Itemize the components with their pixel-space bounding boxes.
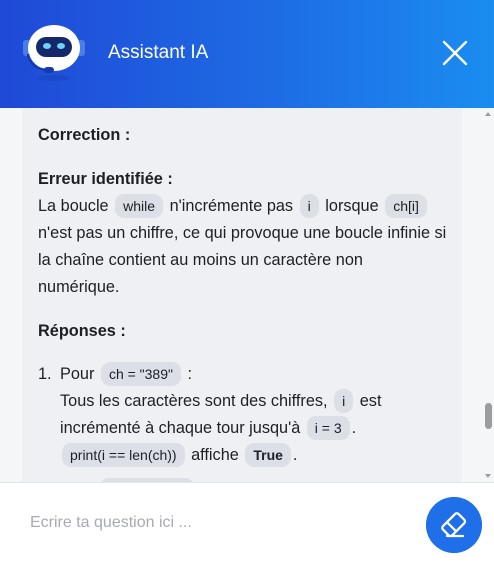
- error-text: lorsque: [325, 197, 379, 215]
- answers-section: Réponses : 1. Pour ch = "389" : Tous les…: [38, 318, 448, 469]
- correction-heading: Correction :: [38, 126, 131, 144]
- scroll-thumb[interactable]: [485, 403, 492, 429]
- clear-button[interactable]: [426, 497, 482, 553]
- error-section: Erreur identifiée : La boucle while n'in…: [38, 166, 448, 301]
- answer-line: Pour ch = "389" :: [60, 361, 448, 388]
- chat-scrollbar[interactable]: [482, 108, 494, 482]
- answer-text: Tous les caractères sont des chiffres,: [60, 392, 328, 410]
- scroll-down-arrow[interactable]: [485, 474, 491, 478]
- inline-code-i3: i = 3: [306, 416, 350, 440]
- close-button[interactable]: [442, 40, 468, 66]
- inline-code-while: while: [115, 194, 164, 218]
- chat-messages[interactable]: Correction : Erreur identifiée : La bouc…: [0, 108, 494, 482]
- list-item: 1. Pour ch = "389" : Tous les caractères…: [38, 361, 448, 469]
- error-text: La boucle: [38, 197, 109, 215]
- inline-code-chi: ch[i]: [385, 194, 427, 218]
- chat-header: Assistant IA: [0, 0, 494, 108]
- answer-text: Pour: [60, 365, 95, 383]
- scroll-up-arrow[interactable]: [485, 112, 491, 116]
- robot-icon: [23, 25, 85, 81]
- inline-code-i: i: [299, 194, 319, 218]
- error-text: n'est pas un chiffre, ce qui provoque un…: [38, 224, 447, 296]
- input-bar: [0, 482, 494, 571]
- answer-text: :: [187, 365, 193, 383]
- list-number: 1.: [38, 365, 52, 383]
- answer-text: affiche: [191, 446, 239, 464]
- answer-text: .: [292, 446, 298, 464]
- error-paragraph: La boucle while n'incrémente pas i lorsq…: [38, 193, 448, 301]
- answer-text: .: [351, 419, 357, 437]
- assistant-message-content: Correction : Erreur identifiée : La bouc…: [38, 122, 448, 469]
- error-text: n'incrémente pas: [169, 197, 294, 215]
- answer-explanation: Tous les caractères sont des chiffres, i…: [60, 388, 448, 469]
- chat-title: Assistant IA: [108, 42, 209, 63]
- answers-heading: Réponses :: [38, 322, 126, 340]
- inline-code-print: print(i == len(ch)): [62, 443, 185, 467]
- close-icon: [442, 40, 468, 66]
- error-heading: Erreur identifiée :: [38, 170, 173, 188]
- inline-code-i: i: [334, 389, 354, 413]
- inline-code-ch: ch = "389": [100, 362, 181, 386]
- question-input[interactable]: [28, 507, 412, 539]
- inline-code-true: True: [245, 443, 291, 467]
